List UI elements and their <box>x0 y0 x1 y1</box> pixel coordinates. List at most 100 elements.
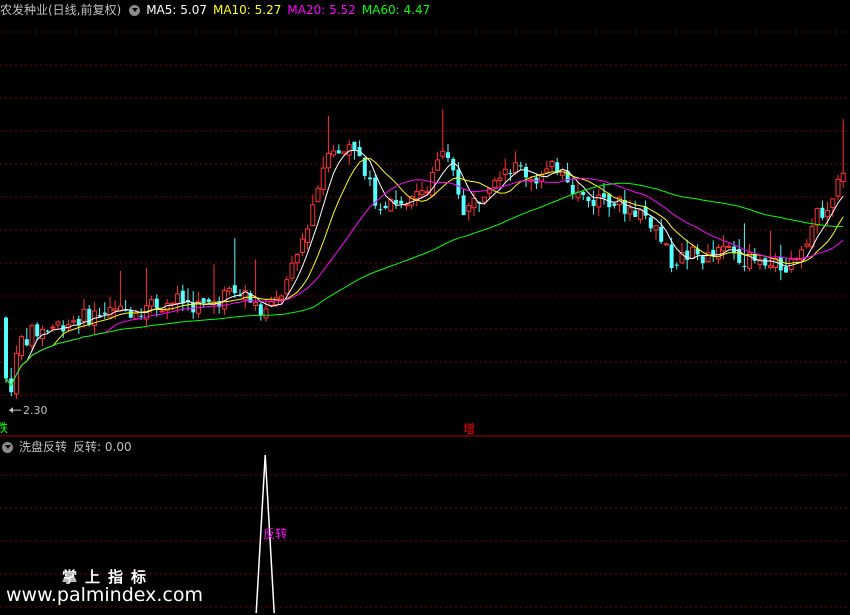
ma10-label: MA10: 5.27 <box>212 3 282 17</box>
candle-down <box>206 299 211 303</box>
candle-down <box>87 308 92 325</box>
candle-up <box>346 144 352 156</box>
candle-up <box>50 326 56 329</box>
ma20-label: MA20: 5.52 <box>287 3 356 17</box>
left-marker-label: 跌 <box>0 420 8 435</box>
candle-down <box>451 158 456 171</box>
candle-up <box>825 210 831 217</box>
candle-down <box>128 310 133 318</box>
candle-down <box>45 330 50 332</box>
candle-up <box>653 225 659 231</box>
candle-down <box>518 165 523 167</box>
candle-up <box>331 150 337 156</box>
candle-down <box>602 193 606 198</box>
candle-up <box>81 308 87 323</box>
candle-down <box>154 298 159 308</box>
candle-up <box>149 299 155 307</box>
candle-up <box>788 258 794 270</box>
candle-up <box>315 187 321 203</box>
candle-up <box>13 352 19 395</box>
ma20-line <box>5 177 844 387</box>
main-legend: 农发种业(日线,前复权) MA5: 5.07 MA10: 5.27 MA20: … <box>0 0 436 20</box>
candle-up <box>492 179 498 188</box>
candle-down <box>35 324 40 337</box>
candle-up <box>721 245 727 252</box>
candle-up <box>253 302 259 306</box>
stock-name: 农发种业(日线,前复权) <box>0 3 122 17</box>
candle-down <box>820 207 825 218</box>
candle-up <box>227 287 233 292</box>
candle-up <box>466 205 472 212</box>
reversal-label: 反转 <box>263 526 287 541</box>
indicator-name: 洗盘反转 <box>19 440 68 454</box>
candle-up <box>279 295 285 300</box>
candle-down <box>24 339 29 346</box>
candle-up <box>715 247 721 260</box>
candle-up <box>414 191 420 200</box>
candle-down <box>352 141 357 150</box>
watermark-url: www.palmindex.com <box>6 584 204 606</box>
candle-up <box>596 194 602 208</box>
dropdown-icon[interactable] <box>129 4 141 16</box>
candle-down <box>456 169 461 195</box>
candle-up <box>767 265 773 269</box>
candle-up <box>726 245 732 248</box>
candle-down <box>383 205 388 209</box>
candle-down <box>508 173 513 175</box>
ma5-line <box>5 149 844 387</box>
candle-up <box>289 262 295 279</box>
candle-up <box>169 302 175 305</box>
candle-down <box>139 315 144 317</box>
candle-down <box>258 304 263 316</box>
candle-up <box>341 151 347 155</box>
candle-up <box>419 190 425 196</box>
candle-down <box>461 195 466 216</box>
candlestick-chart[interactable]: 2.30 跌 增反转 <box>0 0 850 615</box>
candle-up <box>689 246 695 259</box>
candle-down <box>4 317 8 379</box>
candle-up <box>71 320 77 323</box>
candle-down <box>674 264 679 266</box>
candle-up <box>663 243 669 246</box>
low-price-label: 2.30 <box>23 404 48 417</box>
candle-up <box>804 243 810 247</box>
candle-down <box>102 312 107 315</box>
candle-down <box>180 290 185 304</box>
candle-up <box>513 162 519 174</box>
candle-down <box>669 244 674 268</box>
candle-up <box>830 198 836 208</box>
stock-chart-screen: 2.30 跌 增反转 农发种业(日线,前复权) MA5: 5.07 MA10: 5.… <box>0 0 850 615</box>
indicator-legend: 洗盘反转 反转: 0.00 <box>0 437 138 457</box>
candle-up <box>107 307 113 318</box>
candle-up <box>112 308 118 311</box>
indicator-dropdown-icon[interactable] <box>2 441 13 453</box>
candle-down <box>570 185 575 195</box>
candle-down <box>612 203 617 206</box>
low-price-arrow <box>9 407 13 414</box>
candle-up <box>549 160 555 168</box>
candle-up <box>29 325 35 347</box>
candle-up <box>502 168 508 175</box>
candle-up <box>305 228 311 243</box>
candle-up <box>19 336 25 356</box>
candle-up <box>440 150 446 157</box>
candle-down <box>586 196 591 202</box>
candle-up <box>471 197 477 209</box>
candle-up <box>268 301 274 306</box>
candle-down <box>742 265 747 267</box>
candle-down <box>378 209 383 211</box>
candle-down <box>763 258 768 266</box>
ma5-label: MA5: 5.07 <box>146 3 207 17</box>
ma60-label: MA60: 4.47 <box>361 3 431 17</box>
candle-up <box>835 178 841 197</box>
candle-up <box>814 208 820 226</box>
candle-up <box>497 177 503 181</box>
candle-up <box>175 293 181 304</box>
candle-down <box>784 267 788 273</box>
candle-up <box>133 312 139 320</box>
candle-down <box>591 199 596 206</box>
ma60-line <box>5 182 844 387</box>
candle-up <box>544 168 550 173</box>
candle-down <box>622 200 627 214</box>
candle-down <box>368 177 372 180</box>
